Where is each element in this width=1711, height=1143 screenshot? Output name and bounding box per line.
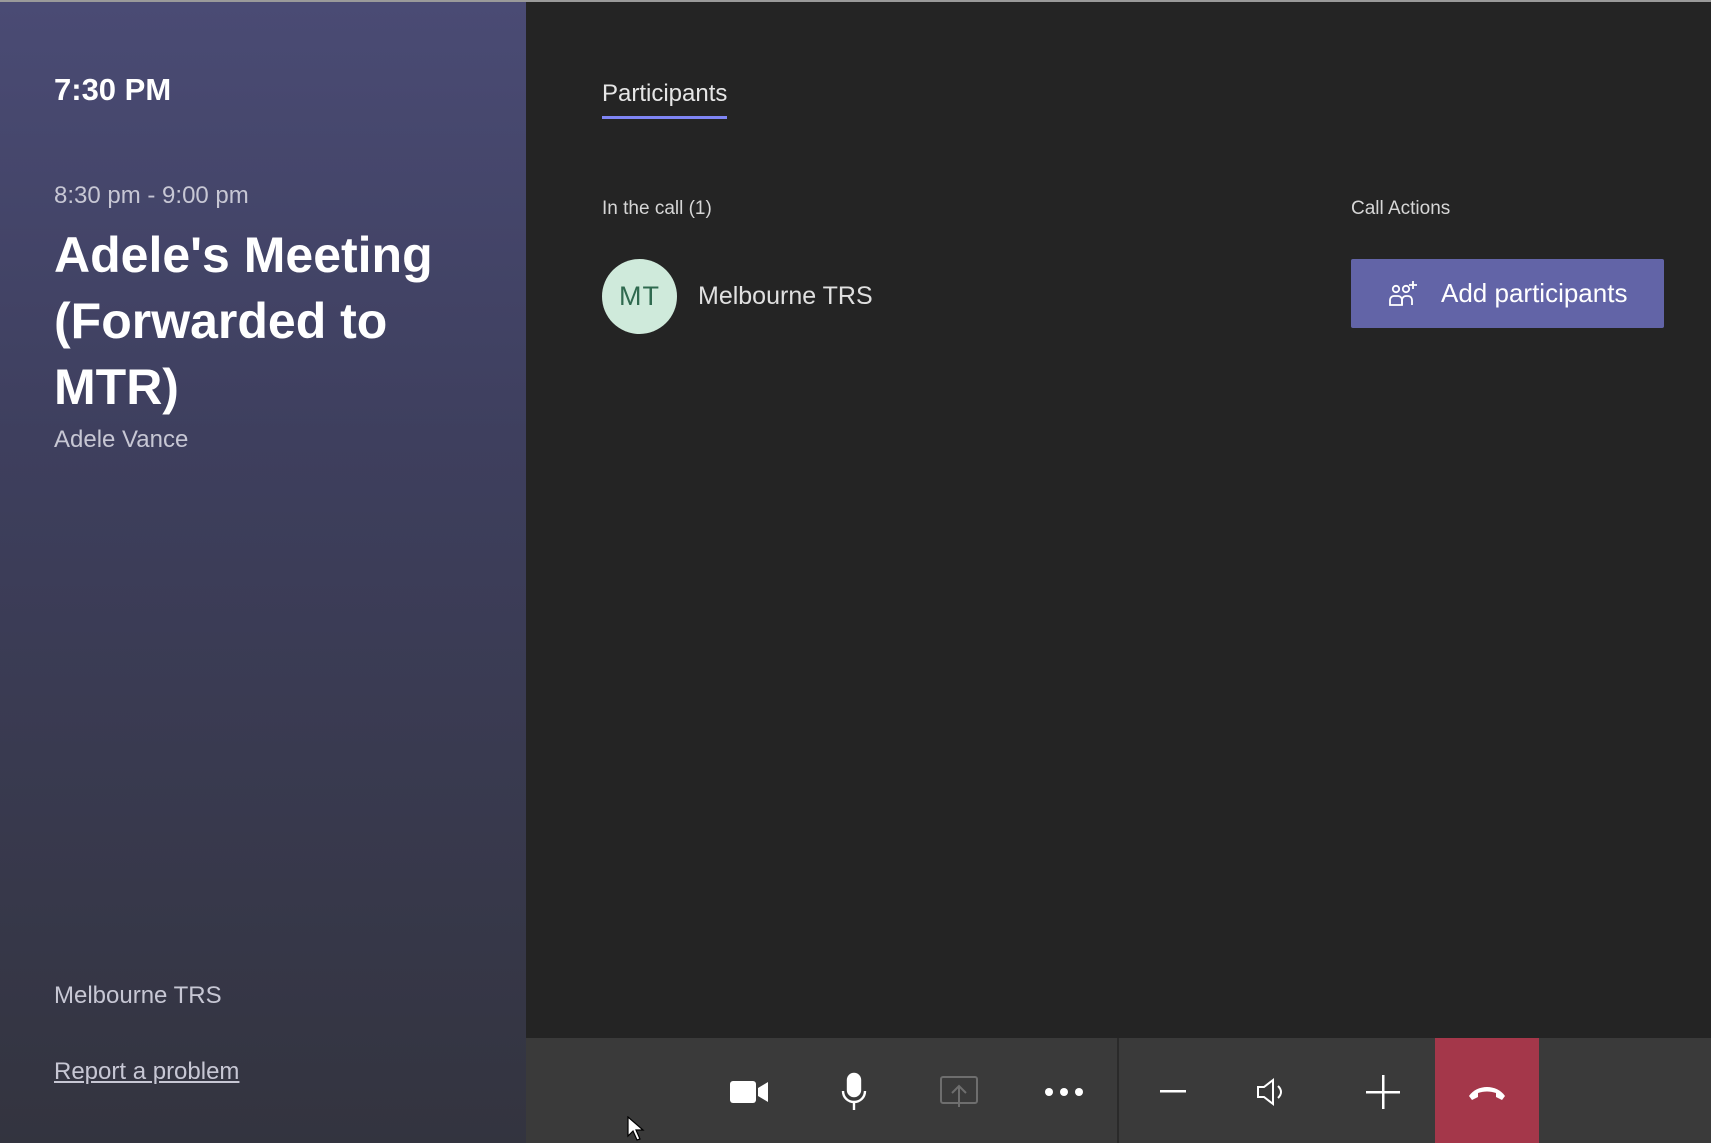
- meeting-title: Adele's Meeting (Forwarded to MTR): [54, 227, 433, 415]
- avatar: MT: [602, 258, 677, 334]
- speaker-button[interactable]: [1220, 1038, 1324, 1143]
- video-camera-icon: [729, 1078, 769, 1106]
- meeting-organizer: Adele Vance: [54, 426, 189, 453]
- hang-up-icon: [1467, 1083, 1507, 1101]
- mouse-cursor-icon: [627, 1116, 645, 1141]
- add-participants-label: Add participants: [1441, 278, 1628, 308]
- microphone-icon: [839, 1072, 869, 1112]
- more-options-button[interactable]: [1012, 1038, 1116, 1143]
- plus-icon: [1366, 1074, 1400, 1109]
- share-screen-icon: [939, 1075, 979, 1109]
- hang-up-button[interactable]: [1435, 1038, 1539, 1143]
- meeting-info-sidebar: 7:30 PM 8:30 pm - 9:00 pm Adele's Meetin…: [0, 2, 526, 1143]
- report-problem-link[interactable]: Report a problem: [54, 1058, 239, 1086]
- volume-up-button[interactable]: [1331, 1038, 1435, 1143]
- current-time: 7:30 PM: [54, 72, 172, 107]
- microphone-button[interactable]: [802, 1038, 906, 1143]
- participant-name: Melbourne TRS: [698, 281, 873, 310]
- share-screen-button[interactable]: [907, 1038, 1011, 1143]
- minus-icon: [1160, 1089, 1186, 1094]
- in-call-heading: In the call (1): [602, 198, 712, 219]
- add-participants-button[interactable]: Add participants: [1351, 259, 1664, 328]
- add-people-icon: [1387, 278, 1419, 310]
- tab-participants[interactable]: Participants: [602, 80, 728, 119]
- room-name: Melbourne TRS: [54, 982, 222, 1009]
- meeting-time-range: 8:30 pm - 9:00 pm: [54, 182, 249, 209]
- participants-panel: Participants In the call (1) MT Melbourn…: [526, 2, 1711, 1038]
- camera-button[interactable]: [697, 1038, 801, 1143]
- control-divider: [1117, 1038, 1119, 1143]
- teams-room-screen: 7:30 PM 8:30 pm - 9:00 pm Adele's Meetin…: [0, 0, 1711, 1143]
- participant-row[interactable]: MT Melbourne TRS: [602, 258, 873, 334]
- call-control-bar: [526, 1038, 1711, 1143]
- call-actions-heading: Call Actions: [1351, 198, 1451, 219]
- volume-down-button[interactable]: [1121, 1038, 1225, 1143]
- more-options-icon: [1044, 1087, 1084, 1097]
- speaker-icon: [1255, 1077, 1289, 1107]
